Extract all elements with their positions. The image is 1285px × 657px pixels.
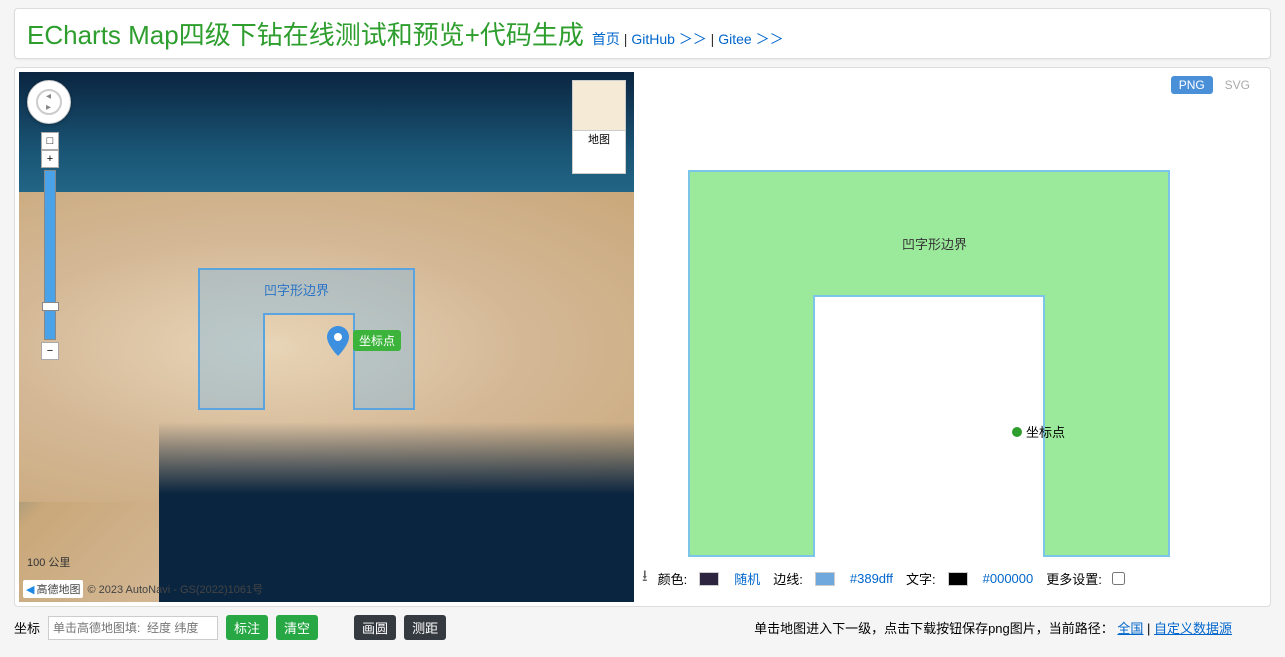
map-attribution: ◀高德地图 © 2023 AutoNavi - GS(2022)1061号 — [23, 580, 263, 598]
map-marker[interactable]: 坐标点 — [327, 326, 349, 359]
mark-button[interactable]: 标注 — [226, 615, 268, 640]
circle-button[interactable]: 画圆 — [354, 615, 396, 640]
amap-logo-icon: ◀ — [26, 583, 34, 596]
border-swatch[interactable] — [815, 572, 835, 586]
text-swatch[interactable] — [948, 572, 968, 586]
chart-polygon-label: 凹字形边界 — [902, 234, 967, 253]
path-link-root[interactable]: 全国 — [1117, 621, 1143, 636]
coord-label: 坐标 — [14, 618, 40, 637]
color-value[interactable]: 随机 — [731, 568, 763, 589]
zoom-out-button[interactable]: − — [41, 342, 59, 360]
home-link[interactable]: 首页 — [592, 31, 620, 47]
maptype-preview — [573, 81, 625, 131]
color-swatch[interactable] — [699, 572, 719, 586]
coord-input[interactable] — [48, 616, 218, 640]
compass-control[interactable] — [27, 80, 71, 124]
text-value[interactable]: #000000 — [980, 570, 1037, 587]
header-links: 首页 | GitHub ＞＞ | Gitee ＞＞ — [592, 29, 784, 49]
zoom-slider[interactable] — [44, 170, 56, 340]
marker-label: 坐标点 — [353, 330, 401, 351]
map-polygon-label: 凹字形边界 — [264, 280, 329, 299]
text-label: 文字: — [906, 569, 936, 588]
more-label: 更多设置: — [1046, 569, 1102, 588]
gitee-link[interactable]: Gitee ＞＞ — [718, 31, 783, 47]
pin-icon — [327, 326, 349, 356]
custom-source-link[interactable]: 自定义数据源 — [1154, 621, 1232, 636]
measure-button[interactable]: 测距 — [404, 615, 446, 640]
zoom-control: □ + − — [41, 132, 59, 360]
ocean-decor — [159, 422, 634, 602]
hint-text: 单击地图进入下一级，点击下载按钮保存png图片，当前路径： 全国 | 自定义数据… — [454, 618, 1271, 637]
footer-bar: 坐标 标注 清空 画圆 测距 单击地图进入下一级，点击下载按钮保存png图片，当… — [14, 615, 1271, 640]
zoom-reset-button[interactable]: □ — [41, 132, 59, 150]
color-label: 颜色: — [658, 569, 688, 588]
maptype-switcher[interactable]: 地图 — [572, 80, 626, 174]
maptype-alt — [573, 149, 625, 173]
clear-button[interactable]: 清空 — [276, 615, 318, 640]
download-icon[interactable]: ⭳ — [642, 565, 648, 592]
chart-panel: PNG SVG 凹字形边界 坐标点 ⭳ 颜色: 随机 边线: #389dff 文… — [634, 72, 1266, 602]
chart-polygon-u — [684, 166, 1174, 561]
more-checkbox[interactable] — [1112, 572, 1125, 585]
echarts-canvas[interactable]: 凹字形边界 坐标点 — [642, 102, 1258, 559]
zoom-in-button[interactable]: + — [41, 150, 59, 168]
chart-point: 坐标点 — [1012, 422, 1065, 441]
border-label: 边线: — [773, 569, 803, 588]
chart-options: ⭳ 颜色: 随机 边线: #389dff 文字: #000000 更多设置: — [642, 559, 1258, 598]
page-title: ECharts Map四级下钻在线测试和预览+代码生成 — [27, 15, 584, 52]
tab-png[interactable]: PNG — [1171, 76, 1213, 94]
maptype-label: 地图 — [573, 131, 625, 149]
dot-icon — [1012, 427, 1022, 437]
github-link[interactable]: GitHub ＞＞ — [631, 31, 706, 47]
amap-panel[interactable]: □ + − 地图 凹字形边界 坐标点 100 公里 ◀高德地图 © 2023 A… — [19, 72, 634, 602]
tab-svg[interactable]: SVG — [1217, 76, 1258, 94]
zoom-thumb[interactable] — [42, 302, 59, 311]
border-value[interactable]: #389dff — [847, 570, 896, 587]
scale-bar: 100 公里 — [27, 554, 70, 570]
